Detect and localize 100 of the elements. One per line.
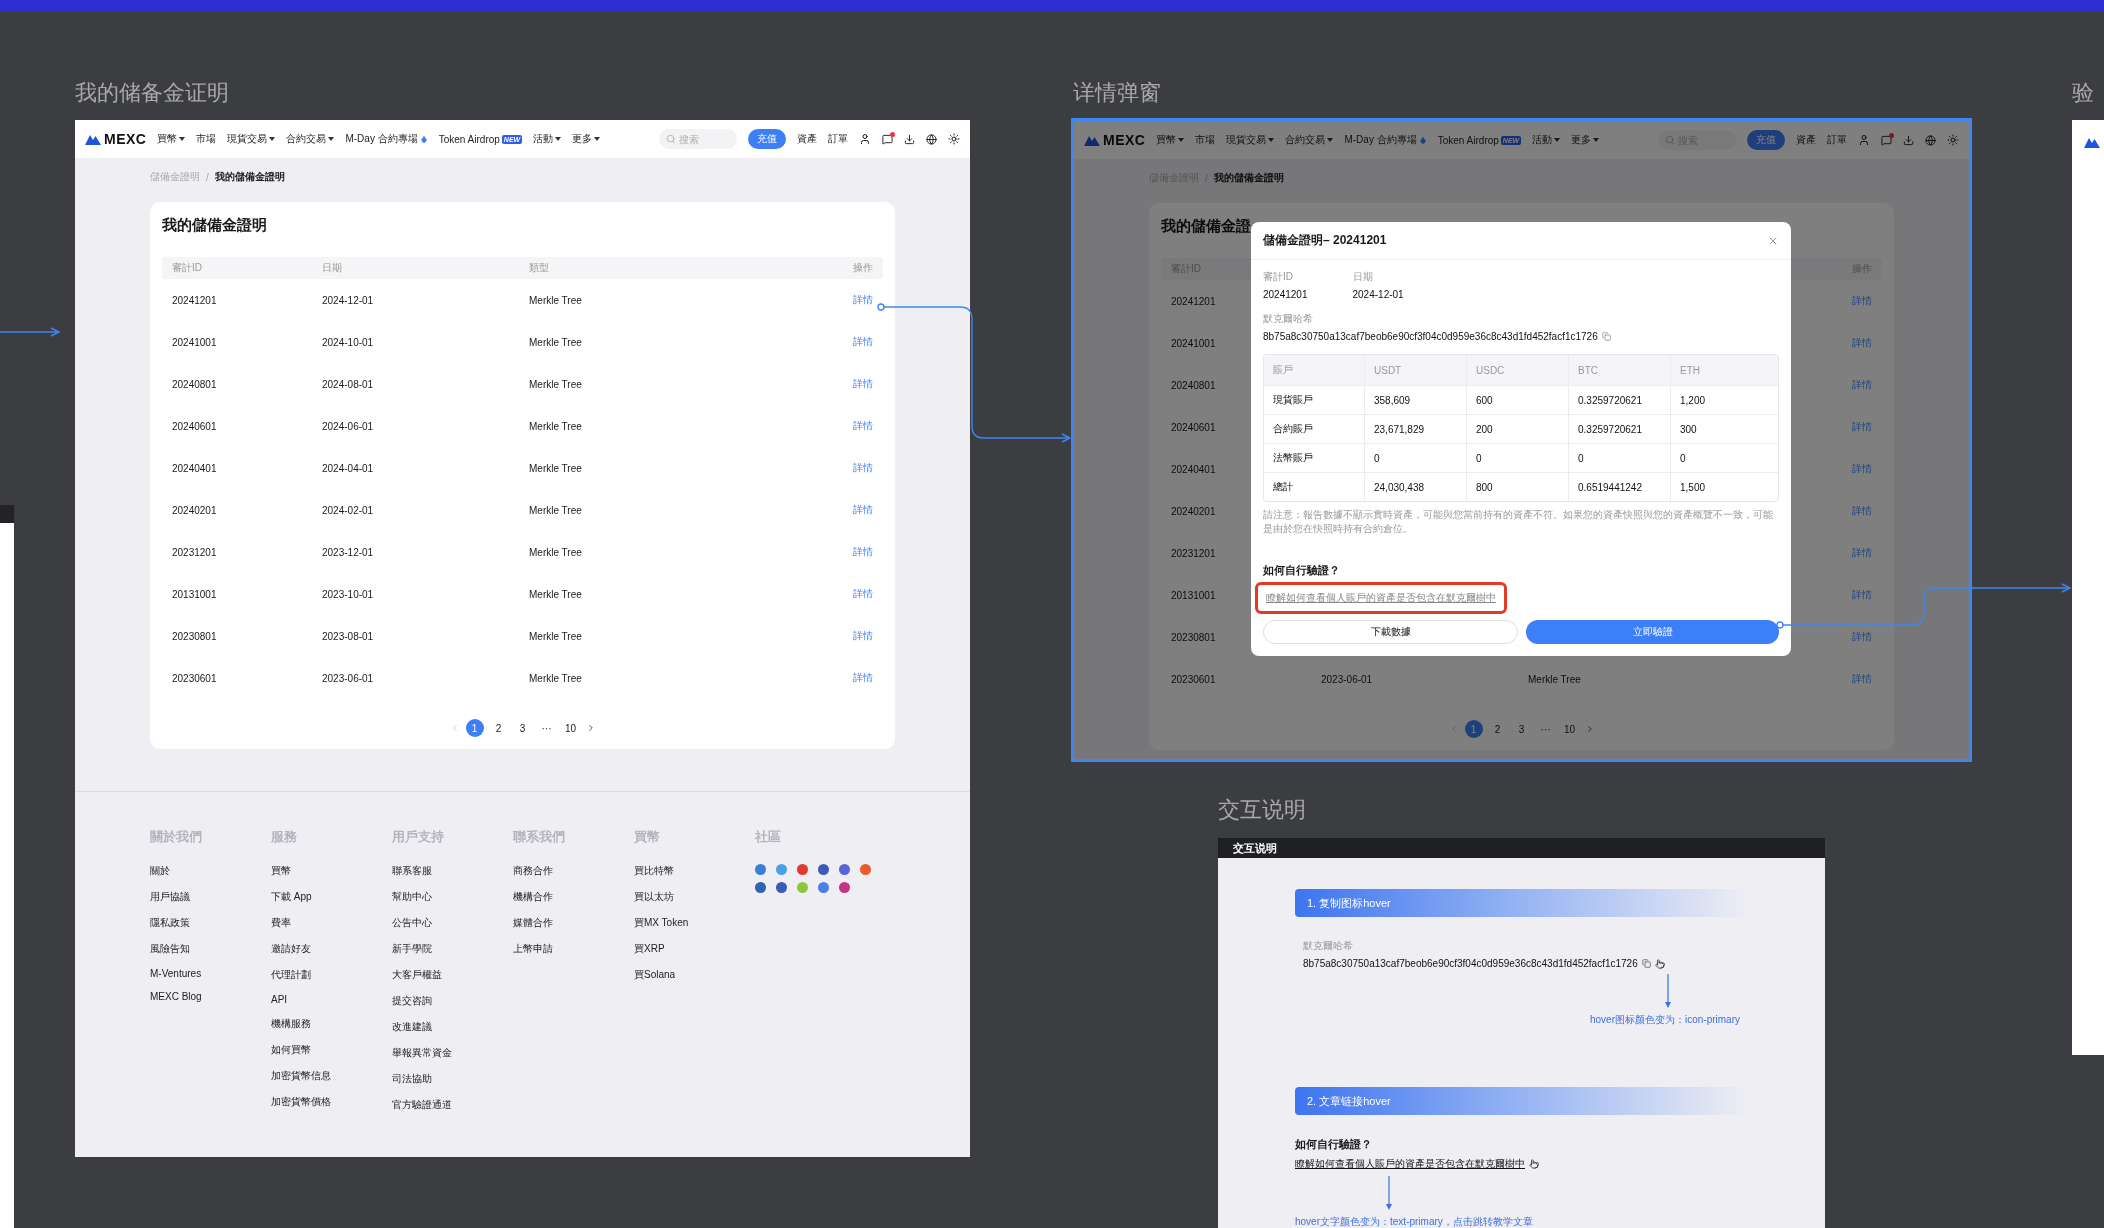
page-button[interactable]: 10	[1560, 720, 1579, 738]
footer-link[interactable]: 下載 App	[271, 890, 392, 904]
nav-menu-item[interactable]: 合約交易	[286, 132, 335, 146]
footer-link[interactable]: 隱私政策	[150, 916, 271, 930]
page-button[interactable]: 1	[465, 719, 484, 737]
globe-icon[interactable]	[926, 133, 937, 145]
social-icon[interactable]	[797, 864, 808, 875]
nav-menu-item[interactable]: 合約交易	[1285, 133, 1334, 147]
footer-link[interactable]: 機構合作	[513, 890, 634, 904]
footer-link[interactable]: 加密貨幣信息	[271, 1069, 392, 1083]
page-button[interactable]: 2	[489, 719, 508, 737]
theme-toggle-icon[interactable]	[948, 133, 960, 145]
nav-menu-item[interactable]: 更多	[1571, 133, 1600, 147]
social-icon[interactable]	[818, 882, 829, 893]
footer-link[interactable]: 司法協助	[392, 1072, 513, 1086]
message-icon[interactable]	[882, 133, 893, 145]
details-link[interactable]: 詳情	[843, 629, 883, 643]
deposit-button[interactable]: 充值	[748, 129, 786, 149]
nav-menu-item[interactable]: 市場	[1195, 133, 1216, 147]
brand-logo[interactable]: MEXC	[85, 131, 147, 147]
verification-guide-link[interactable]: 瞭解如何查看個人賬戶的資產是否包含在默克爾樹中	[1295, 1157, 1525, 1171]
page-button[interactable]: ···	[537, 719, 556, 737]
footer-link[interactable]: 買以太坊	[634, 890, 755, 904]
footer-link[interactable]: 風險告知	[150, 942, 271, 956]
details-link[interactable]: 詳情	[843, 671, 883, 685]
nav-link[interactable]: 資產	[1796, 133, 1816, 147]
page-button[interactable]: 3	[513, 719, 532, 737]
footer-link[interactable]: 買比特幣	[634, 864, 755, 878]
social-icon[interactable]	[776, 864, 787, 875]
footer-link[interactable]: 改進建議	[392, 1020, 513, 1034]
footer-link[interactable]: 買MX Token	[634, 916, 755, 930]
nav-menu-item[interactable]: M-Day 合約專場	[345, 132, 428, 146]
footer-link[interactable]: 費率	[271, 916, 392, 930]
theme-toggle-icon[interactable]	[1947, 134, 1959, 146]
details-link[interactable]: 詳情	[843, 587, 883, 601]
details-link[interactable]: 詳情	[843, 377, 883, 391]
social-icon[interactable]	[776, 882, 787, 893]
social-icon[interactable]	[818, 864, 829, 875]
verification-guide-link[interactable]: 瞭解如何查看個人賬戶的資產是否包含在默克爾樹中	[1255, 582, 1507, 614]
footer-link[interactable]: 加密貨幣價格	[271, 1095, 392, 1109]
details-link[interactable]: 詳情	[843, 461, 883, 475]
nav-menu-item[interactable]: 現貨交易	[1226, 133, 1275, 147]
footer-link[interactable]: 官方驗證通道	[392, 1098, 513, 1112]
nav-menu-item[interactable]: 更多	[572, 132, 601, 146]
footer-link[interactable]: 提交咨詢	[392, 994, 513, 1008]
footer-link[interactable]: 買XRP	[634, 942, 755, 956]
footer-link[interactable]: 商務合作	[513, 864, 634, 878]
footer-link[interactable]: 邀請好友	[271, 942, 392, 956]
nav-menu-item[interactable]: M-Day 合約專場	[1344, 133, 1427, 147]
nav-menu-item[interactable]: 活動	[1532, 133, 1561, 147]
footer-link[interactable]: 上幣申請	[513, 942, 634, 956]
nav-link[interactable]: 資產	[797, 132, 817, 146]
download-icon[interactable]	[904, 133, 915, 145]
footer-link[interactable]: 新手學院	[392, 942, 513, 956]
details-link[interactable]: 詳情	[843, 503, 883, 517]
verify-button[interactable]: 立即驗證	[1526, 620, 1779, 644]
details-link[interactable]: 詳情	[843, 419, 883, 433]
footer-link[interactable]: 聯系客服	[392, 864, 513, 878]
page-button[interactable]: 10	[561, 719, 580, 737]
page-button[interactable]: 2	[1488, 720, 1507, 738]
message-icon[interactable]	[1881, 134, 1892, 146]
social-icon[interactable]	[839, 864, 850, 875]
nav-link[interactable]: 訂單	[828, 132, 848, 146]
page-button[interactable]: ···	[1536, 720, 1555, 738]
nav-menu-item[interactable]: 活動	[533, 132, 562, 146]
footer-link[interactable]: API	[271, 994, 392, 1005]
social-icon[interactable]	[839, 882, 850, 893]
footer-link[interactable]: 媒體合作	[513, 916, 634, 930]
copy-icon[interactable]	[1641, 959, 1651, 968]
download-button[interactable]: 下載數據	[1263, 620, 1518, 644]
nav-menu-item[interactable]: 現貨交易	[227, 132, 276, 146]
footer-link[interactable]: 買Solana	[634, 968, 755, 982]
social-icon[interactable]	[755, 882, 766, 893]
footer-link[interactable]: 幫助中心	[392, 890, 513, 904]
social-icon[interactable]	[755, 864, 766, 875]
footer-link[interactable]: 買幣	[271, 864, 392, 878]
details-link[interactable]: 詳情	[843, 335, 883, 349]
footer-link[interactable]: 大客戶權益	[392, 968, 513, 982]
page-button[interactable]: 3	[1512, 720, 1531, 738]
footer-link[interactable]: MEXC Blog	[150, 991, 271, 1002]
details-link[interactable]: 詳情	[843, 293, 883, 307]
footer-link[interactable]: 代理計劃	[271, 968, 392, 982]
breadcrumb-link[interactable]: 我的儲備金證明	[214, 170, 285, 184]
details-link[interactable]: 詳情	[843, 545, 883, 559]
brand-logo[interactable]: MEXC	[1084, 132, 1146, 148]
footer-link[interactable]: 關於	[150, 864, 271, 878]
footer-link[interactable]: 用戶協議	[150, 890, 271, 904]
footer-link[interactable]: 舉報異常資金	[392, 1046, 513, 1060]
footer-link[interactable]: 如何買幣	[271, 1043, 392, 1057]
nav-link[interactable]: 訂單	[1827, 133, 1847, 147]
footer-link[interactable]: M-Ventures	[150, 968, 271, 979]
footer-link[interactable]: 機構服務	[271, 1017, 392, 1031]
nav-menu-item[interactable]: 市場	[196, 132, 217, 146]
social-icon[interactable]	[860, 864, 871, 875]
search-field[interactable]: 搜索	[659, 129, 737, 149]
user-icon[interactable]	[859, 133, 871, 145]
breadcrumb-link[interactable]: 我的儲備金證明	[1213, 171, 1284, 185]
footer-link[interactable]: 公告中心	[392, 916, 513, 930]
nav-menu-item[interactable]: 買幣	[1156, 133, 1185, 147]
nav-menu-item[interactable]: 買幣	[157, 132, 186, 146]
